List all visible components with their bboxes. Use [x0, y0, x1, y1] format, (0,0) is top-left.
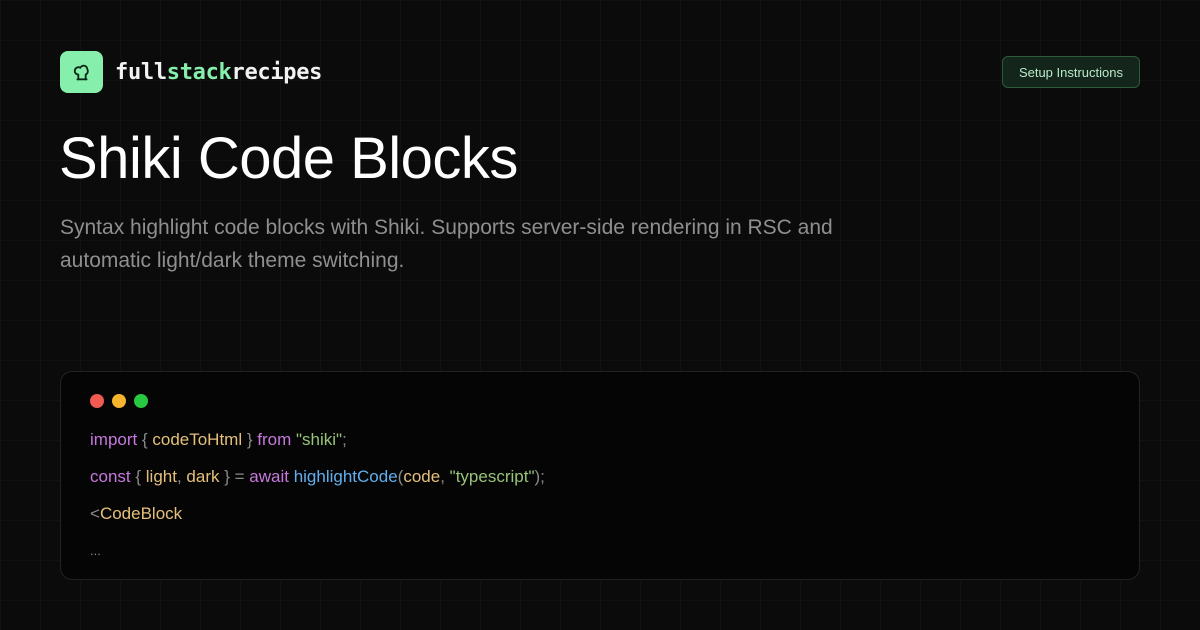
brand-wordmark: fullstackrecipes [115, 60, 322, 85]
code-token: const [90, 467, 131, 486]
window-controls [90, 394, 148, 408]
setup-instructions-button[interactable]: Setup Instructions [1001, 56, 1140, 88]
code-token: } = [219, 467, 250, 486]
brand-wordmark-recipes: recipes [231, 59, 323, 85]
page-subtitle: Syntax highlight code blocks with Shiki.… [60, 211, 940, 277]
code-token: light [145, 467, 177, 486]
brand[interactable]: fullstackrecipes [60, 51, 322, 93]
code-token: ; [342, 430, 347, 449]
code-token: CodeBlock [99, 504, 183, 523]
code-token: dark [186, 467, 220, 486]
code-content: import { codeToHtml } from "shiki"; const… [90, 427, 545, 575]
code-window: import { codeToHtml } from "shiki"; const… [60, 371, 1140, 580]
brand-wordmark-full: full [115, 59, 167, 85]
code-token: < [90, 504, 100, 523]
maximize-dot-icon [134, 394, 148, 408]
code-token: ); [534, 467, 545, 486]
code-token: "typescript" [449, 467, 535, 486]
code-line: ... [90, 538, 545, 575]
code-token: import [90, 430, 138, 449]
page-title: Shiki Code Blocks [59, 126, 518, 191]
code-token: codeToHtml [152, 430, 243, 449]
code-line: import { codeToHtml } from "shiki"; [90, 427, 545, 464]
code-token: highlightCode [293, 467, 398, 486]
code-line: const { light, dark } = await highlightC… [90, 464, 545, 501]
close-dot-icon [90, 394, 104, 408]
subtitle-line-1: Syntax highlight code blocks with Shiki.… [60, 216, 833, 239]
code-token: code [403, 467, 441, 486]
minimize-dot-icon [112, 394, 126, 408]
code-token: "shiki" [295, 430, 343, 449]
chef-hat-icon [60, 51, 103, 93]
header: fullstackrecipes Setup Instructions [60, 51, 1140, 93]
code-token: await [249, 467, 289, 486]
code-token: ... [90, 543, 101, 558]
brand-wordmark-stack: stack [166, 59, 232, 85]
code-token: } [242, 430, 258, 449]
code-token: { [130, 467, 146, 486]
code-token: { [137, 430, 153, 449]
code-token: , [440, 467, 450, 486]
subtitle-line-2: automatic light/dark theme switching. [60, 249, 405, 272]
code-line: <CodeBlock [90, 501, 545, 538]
code-token: from [257, 430, 292, 449]
code-token: , [176, 467, 187, 486]
